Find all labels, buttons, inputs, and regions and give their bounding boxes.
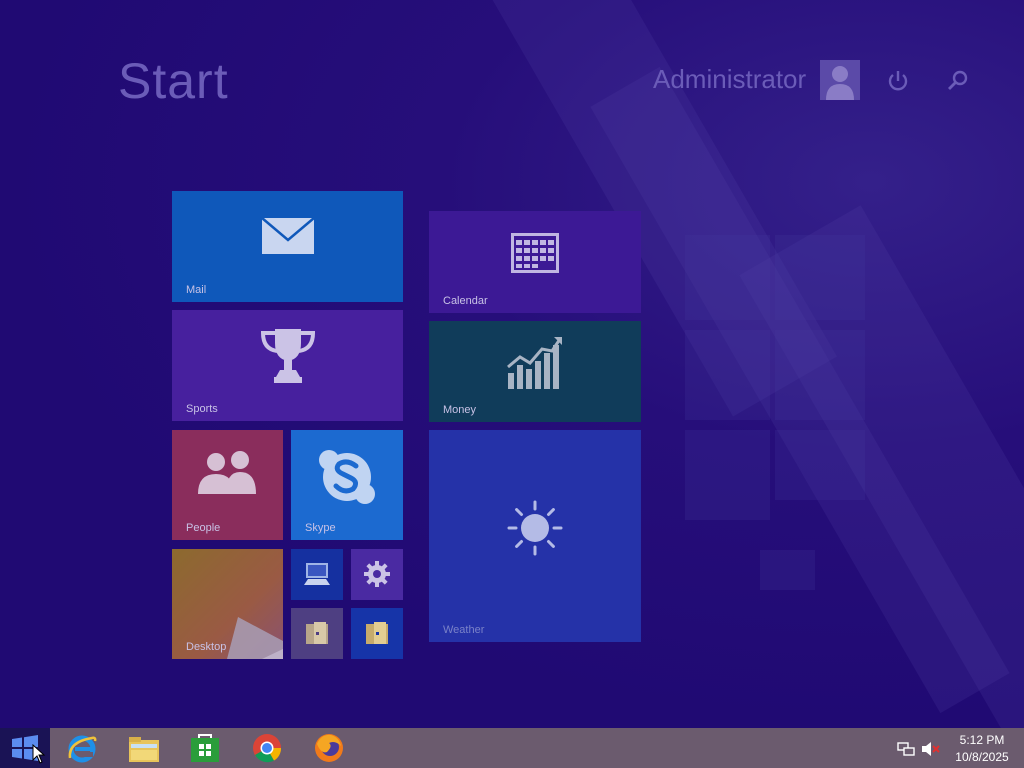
- tile-label: Weather: [443, 624, 485, 636]
- network-icon[interactable]: [897, 740, 915, 758]
- tile-money[interactable]: Money: [429, 321, 641, 422]
- mouse-cursor-icon: [32, 744, 46, 764]
- clock-date[interactable]: 10/8/2025: [950, 750, 1014, 764]
- background-ghost-tile: [775, 330, 865, 420]
- user-icon: [826, 66, 854, 100]
- chrome-icon: [253, 734, 282, 763]
- taskbar-file-explorer[interactable]: [113, 728, 173, 768]
- people-icon: [198, 451, 256, 494]
- tile-this-pc[interactable]: [291, 549, 343, 600]
- mail-icon: [261, 217, 315, 254]
- sun-icon: [507, 500, 563, 556]
- background-ghost-tile: [775, 430, 865, 500]
- tile-weather[interactable]: Weather: [429, 430, 641, 642]
- background-ghost-tile: [775, 235, 865, 320]
- tile-skype[interactable]: Skype: [291, 430, 403, 540]
- search-icon: [948, 70, 968, 90]
- start-screen: Start Administrator Mail Sports People S…: [0, 0, 1024, 728]
- tile-file-explorer[interactable]: [291, 608, 343, 659]
- tile-desktop[interactable]: Desktop: [172, 549, 283, 659]
- tile-sports[interactable]: Sports: [172, 310, 403, 421]
- background-ghost-tile: [685, 235, 770, 320]
- folder-icon: [366, 622, 388, 644]
- skype-icon: [319, 450, 375, 504]
- firefox-icon: [315, 734, 343, 762]
- power-button[interactable]: [885, 68, 911, 94]
- tile-label: Calendar: [443, 295, 488, 307]
- trophy-icon: [260, 329, 316, 383]
- tile-file-explorer[interactable]: [351, 608, 403, 659]
- file-explorer-icon: [129, 737, 159, 762]
- clock-time[interactable]: 5:12 PM: [954, 733, 1010, 747]
- tile-pc-settings[interactable]: [351, 549, 403, 600]
- tile-people[interactable]: People: [172, 430, 283, 540]
- background-ghost-tile: [685, 430, 770, 520]
- tile-label: Mail: [186, 284, 207, 296]
- store-icon: [191, 734, 219, 762]
- background-ghost-tile: [685, 330, 770, 420]
- taskbar-chrome[interactable]: [237, 728, 297, 768]
- taskbar-internet-explorer[interactable]: [52, 728, 112, 768]
- background-ghost-tile: [760, 550, 815, 590]
- power-icon: [888, 71, 908, 91]
- tile-label: Money: [443, 404, 477, 416]
- stock-chart-icon: [507, 337, 562, 389]
- calendar-icon: [511, 233, 559, 273]
- taskbar: [0, 728, 1024, 768]
- tile-calendar[interactable]: Calendar: [429, 211, 641, 313]
- user-name[interactable]: Administrator: [653, 64, 806, 95]
- search-button[interactable]: [945, 68, 971, 94]
- tile-label: Sports: [186, 403, 218, 415]
- start-title: Start: [118, 53, 229, 109]
- folder-icon: [306, 622, 328, 644]
- gear-icon: [364, 561, 390, 587]
- internet-explorer-icon: [68, 735, 97, 763]
- taskbar-firefox[interactable]: [299, 728, 359, 768]
- taskbar-store[interactable]: [175, 728, 235, 768]
- computer-icon: [304, 563, 330, 585]
- tile-mail[interactable]: Mail: [172, 191, 403, 302]
- tile-label: Skype: [305, 522, 336, 534]
- volume-muted-icon[interactable]: [921, 740, 941, 758]
- tile-label: People: [186, 522, 221, 534]
- tile-label: Desktop: [186, 641, 227, 653]
- start-button[interactable]: [0, 728, 50, 768]
- avatar[interactable]: [820, 60, 860, 100]
